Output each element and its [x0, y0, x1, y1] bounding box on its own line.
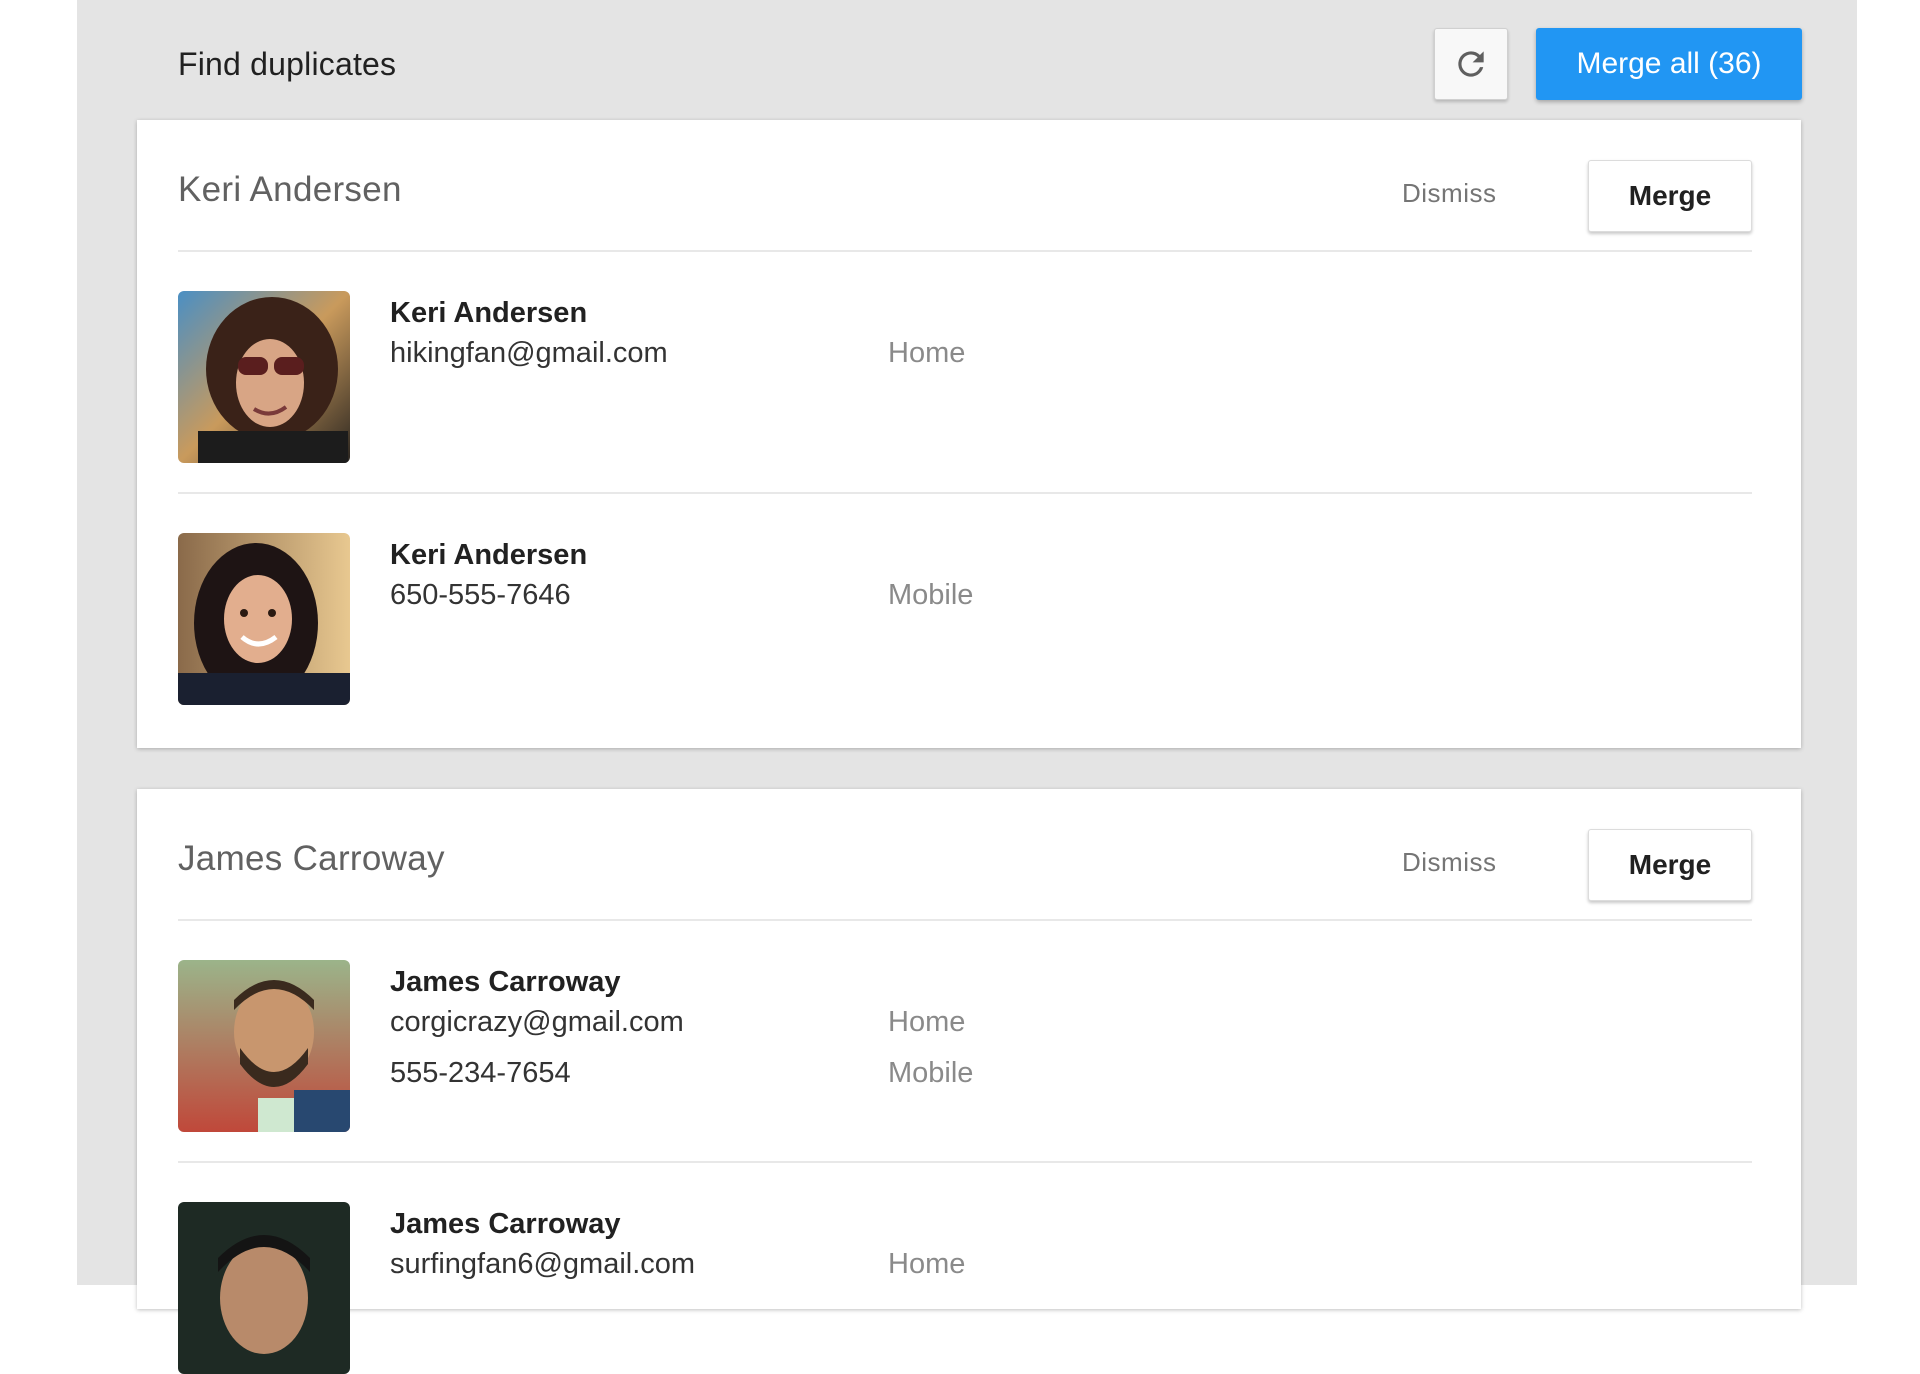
avatar: [178, 1202, 350, 1374]
group-title: James Carroway: [178, 839, 445, 878]
page-title: Find duplicates: [178, 46, 397, 82]
merge-all-button[interactable]: Merge all (36): [1536, 28, 1802, 100]
avatar: [178, 533, 350, 705]
contact-detail-type: Mobile: [888, 579, 974, 611]
contact-email: corgicrazy@gmail.com: [390, 1006, 684, 1038]
merge-button[interactable]: Merge: [1588, 160, 1752, 232]
dismiss-button[interactable]: Dismiss: [1402, 847, 1497, 878]
contact-detail-type: Home: [888, 337, 966, 369]
contact-name: James Carroway: [390, 966, 621, 998]
contact-detail-type: Home: [888, 1248, 966, 1280]
group-title: Keri Andersen: [178, 170, 402, 209]
divider: [178, 919, 1752, 921]
divider: [178, 250, 1752, 252]
contact-phone: 555-234-7654: [390, 1057, 571, 1089]
duplicate-group-card: James Carroway Dismiss Merge James Carro…: [137, 789, 1801, 1374]
avatar: [178, 291, 350, 463]
contact-detail-type: Home: [888, 1006, 966, 1038]
divider: [178, 492, 1752, 494]
duplicate-group-card: Keri Andersen Dismiss Merge Keri Anderse…: [137, 120, 1801, 748]
divider: [178, 1161, 1752, 1163]
refresh-icon: [1458, 51, 1484, 77]
contact-email: hikingfan@gmail.com: [390, 337, 668, 369]
contact-name: Keri Andersen: [390, 297, 588, 329]
contact-phone: 650-555-7646: [390, 579, 571, 611]
contact-email: surfingfan6@gmail.com: [390, 1248, 696, 1280]
refresh-button[interactable]: [1434, 28, 1508, 100]
contact-name: Keri Andersen: [390, 539, 588, 571]
duplicates-panel: Find duplicates Merge all (36) Keri Ande…: [77, 0, 1857, 1374]
merge-button[interactable]: Merge: [1588, 829, 1752, 901]
header-bar: Find duplicates Merge all (36): [77, 0, 1857, 120]
contact-name: James Carroway: [390, 1208, 621, 1240]
avatar: [178, 960, 350, 1132]
dismiss-button[interactable]: Dismiss: [1402, 178, 1497, 209]
contact-detail-type: Mobile: [888, 1057, 974, 1089]
